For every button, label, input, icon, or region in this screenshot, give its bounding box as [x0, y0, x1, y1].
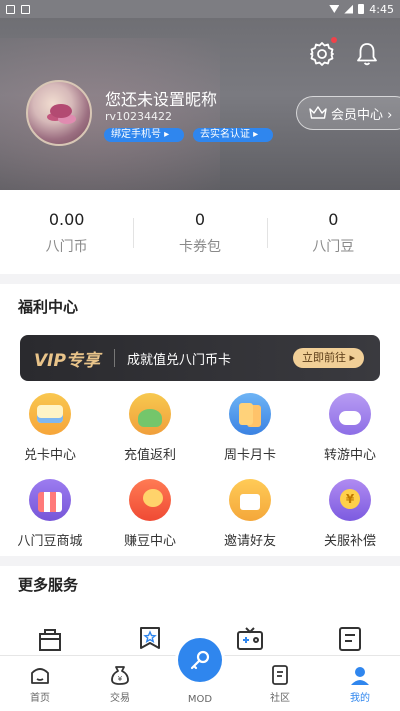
welfare-item-earn-beans[interactable]: 赚豆中心	[100, 475, 200, 561]
welfare-center: 福利中心 VIP专享 成就值兑八门币卡 立即前往 ▸ 兑卡中心 充值返利 周卡月…	[0, 284, 400, 556]
notification-dot	[331, 37, 337, 43]
mod-button[interactable]	[178, 638, 222, 682]
profile-header: 您还未设置昵称 rv10234422 绑定手机号 ▸ 去实名认证 ▸ 会员中心 …	[0, 18, 400, 190]
crown-icon	[309, 106, 327, 119]
divider	[113, 349, 115, 367]
member-center-button[interactable]: 会员中心 ›	[296, 96, 400, 130]
vip-tag: VIP专享	[34, 350, 100, 371]
signal-icon	[344, 4, 354, 14]
welfare-item-card-exchange[interactable]: 兑卡中心	[0, 389, 100, 475]
welfare-item-label: 关服补偿	[323, 534, 376, 549]
wifi-icon	[329, 5, 340, 13]
stat-value: 0	[328, 210, 339, 229]
stat-coupon-pack[interactable]: 0 卡券包	[133, 190, 266, 274]
community-icon	[272, 665, 288, 685]
welfare-item-bean-mall[interactable]: 八门豆商城	[0, 475, 100, 561]
notification-icon	[21, 4, 30, 14]
welfare-title: 福利中心	[18, 298, 79, 316]
stat-label: 卡券包	[178, 239, 221, 255]
more-services-title: 更多服务	[18, 576, 79, 594]
vip-banner-text: 成就值兑八门币卡	[126, 352, 231, 368]
money-bag-icon: ¥	[111, 666, 129, 685]
gift-icon	[39, 629, 61, 651]
weekly-card-icon	[229, 393, 271, 435]
tab-home[interactable]: 首页	[0, 656, 80, 711]
battery-icon	[358, 4, 365, 14]
bottom-tabbar: 首页 ¥ 交易 MOD 社区 我的	[0, 638, 400, 711]
tab-community[interactable]: 社区	[240, 656, 320, 711]
invite-friends-icon	[229, 479, 271, 521]
welfare-item-label: 兑卡中心	[23, 448, 76, 463]
gamepad-icon	[237, 627, 263, 650]
tab-mine[interactable]: 我的	[320, 656, 400, 711]
gear-icon[interactable]	[308, 40, 336, 68]
welfare-item-game-transfer[interactable]: 转游中心	[300, 389, 400, 475]
stat-value: 0.00	[48, 210, 85, 229]
welfare-grid: 兑卡中心 充值返利 周卡月卡 转游中心 八门豆商城 赚豆中心 邀请好友 关服补	[0, 389, 400, 561]
compensation-icon	[329, 479, 371, 521]
nickname[interactable]: 您还未设置昵称	[105, 86, 217, 110]
welfare-item-weekly-card[interactable]: 周卡月卡	[200, 389, 300, 475]
real-name-auth-button[interactable]: 去实名认证 ▸	[193, 128, 273, 142]
bind-phone-button[interactable]: 绑定手机号 ▸	[104, 128, 184, 142]
wallet-stats: 0.00 八门币 0 卡券包 0 八门豆	[0, 190, 400, 274]
status-time: 4:45	[369, 2, 394, 16]
more-service-item[interactable]	[0, 624, 100, 654]
key-icon	[190, 650, 210, 670]
vip-banner[interactable]: VIP专享 成就值兑八门币卡 立即前往 ▸	[20, 335, 380, 381]
welfare-item-compensation[interactable]: 关服补偿	[300, 475, 400, 561]
status-bar: 4:45	[0, 0, 400, 18]
document-icon	[339, 627, 361, 651]
home-icon	[31, 668, 49, 684]
earn-beans-icon	[129, 479, 171, 521]
avatar[interactable]	[26, 80, 92, 146]
star-bookmark-icon	[140, 627, 160, 649]
card-exchange-icon	[29, 393, 71, 435]
bell-icon[interactable]	[353, 40, 381, 68]
tab-label: 我的	[350, 693, 370, 704]
stat-label: 八门币	[45, 239, 88, 255]
tab-label: 首页	[30, 693, 50, 704]
welfare-item-label: 邀请好友	[223, 534, 276, 549]
tab-label: 交易	[110, 693, 130, 704]
welfare-item-label: 周卡月卡	[223, 448, 276, 463]
welfare-item-label: 赚豆中心	[123, 534, 176, 549]
tab-label: 社区	[270, 693, 290, 704]
svg-text:¥: ¥	[118, 675, 123, 683]
welfare-item-label: 充值返利	[123, 448, 176, 463]
go-now-button[interactable]: 立即前往 ▸	[292, 348, 364, 368]
tab-trade[interactable]: ¥ 交易	[80, 656, 160, 711]
notification-icon	[6, 4, 15, 14]
game-transfer-icon	[329, 393, 371, 435]
welfare-item-label: 八门豆商城	[17, 534, 83, 549]
tab-label: MOD	[187, 694, 213, 705]
member-center-label: 会员中心 ›	[331, 107, 393, 123]
profile-icon	[351, 667, 369, 685]
stat-bamen-bean[interactable]: 0 八门豆	[266, 190, 400, 274]
stat-value: 0	[194, 210, 206, 229]
more-service-item[interactable]	[300, 624, 400, 654]
tab-mod[interactable]: MOD	[160, 638, 240, 711]
bean-mall-icon	[29, 479, 71, 521]
stat-label: 八门豆	[312, 239, 355, 255]
welfare-item-invite-friends[interactable]: 邀请好友	[200, 475, 300, 561]
welfare-item-label: 转游中心	[323, 448, 376, 463]
stat-bamen-coin[interactable]: 0.00 八门币	[0, 190, 133, 274]
user-id: rv10234422	[105, 110, 173, 123]
recharge-rebate-icon	[129, 393, 171, 435]
welfare-item-recharge-rebate[interactable]: 充值返利	[100, 389, 200, 475]
